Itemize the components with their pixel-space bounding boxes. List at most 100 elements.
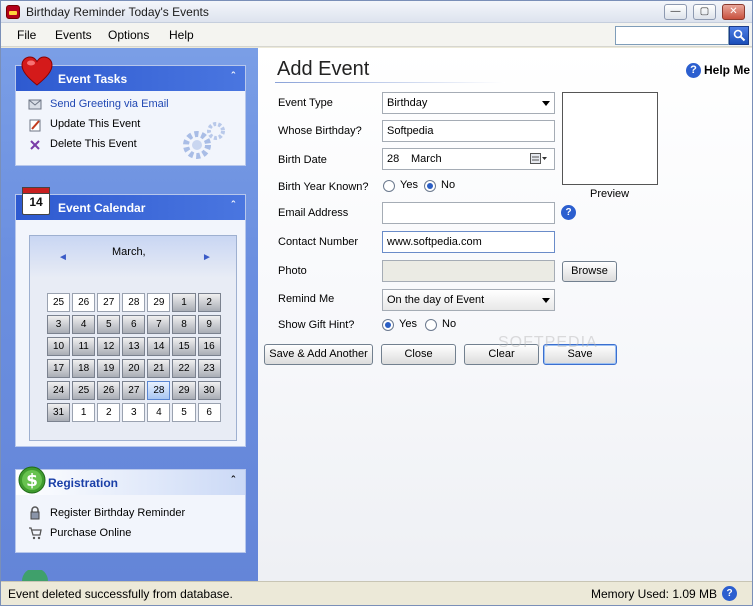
- calendar-day[interactable]: 6: [122, 315, 146, 334]
- calendar-day[interactable]: 21: [147, 359, 171, 378]
- calendar-dropdown-icon[interactable]: [530, 153, 548, 165]
- calendar-day[interactable]: 12: [97, 337, 121, 356]
- calendar-day[interactable]: 14: [147, 337, 171, 356]
- birth-year-known-label: Birth Year Known?: [278, 181, 369, 193]
- title-bar[interactable]: Birthday Reminder Today's Events — ▢ ✕: [1, 1, 752, 23]
- calendar-day[interactable]: 24: [47, 381, 71, 400]
- photo-path-field[interactable]: [382, 260, 555, 282]
- status-message: Event deleted successfully from database…: [8, 587, 233, 601]
- calendar-day[interactable]: 22: [172, 359, 196, 378]
- calendar-day[interactable]: 30: [197, 381, 221, 400]
- calendar-day[interactable]: 3: [122, 403, 146, 422]
- calendar-day[interactable]: 29: [147, 293, 171, 312]
- calendar-day[interactable]: 19: [97, 359, 121, 378]
- calendar-day[interactable]: 11: [72, 337, 96, 356]
- event-tasks-title: Event Tasks: [58, 72, 128, 86]
- search-icon: [733, 29, 746, 42]
- calendar-day[interactable]: 13: [122, 337, 146, 356]
- purchase-online-link[interactable]: Purchase Online: [50, 527, 131, 539]
- add-event-form: Add Event ? Help Me Event Type Birthday …: [258, 48, 752, 581]
- calendar-day[interactable]: 25: [47, 293, 71, 312]
- event-tasks-header[interactable]: Event Tasks ˆ: [16, 56, 245, 91]
- memory-help-icon[interactable]: ?: [722, 586, 737, 601]
- globe-icon: [22, 570, 48, 581]
- send-greeting-link[interactable]: Send Greeting via Email: [50, 98, 169, 110]
- calendar-day[interactable]: 18: [72, 359, 96, 378]
- birth-date-label: Birth Date: [278, 154, 327, 166]
- calendar-day[interactable]: 1: [72, 403, 96, 422]
- menu-events[interactable]: Events: [55, 28, 92, 42]
- remind-me-select[interactable]: On the day of Event: [382, 289, 555, 311]
- calendar-day[interactable]: 25: [72, 381, 96, 400]
- minimize-button[interactable]: —: [664, 4, 687, 20]
- event-type-select[interactable]: Birthday: [382, 92, 555, 114]
- calendar-day[interactable]: 7: [147, 315, 171, 334]
- birth-year-no-radio[interactable]: [424, 180, 436, 192]
- gift-hint-yes-radio[interactable]: [382, 319, 394, 331]
- gift-hint-no-radio[interactable]: [425, 319, 437, 331]
- update-event-link[interactable]: Update This Event: [50, 118, 140, 130]
- birth-date-picker[interactable]: 28 March: [382, 148, 555, 170]
- birth-date-month: March: [411, 153, 442, 165]
- birth-year-yes-radio[interactable]: [383, 180, 395, 192]
- calendar-day[interactable]: 6: [197, 403, 221, 422]
- birth-year-no-label: No: [441, 179, 456, 191]
- save-add-another-button[interactable]: Save & Add Another: [264, 344, 373, 365]
- calendar-day[interactable]: 1: [172, 293, 196, 312]
- collapse-event-calendar-button[interactable]: ˆ: [231, 200, 235, 212]
- next-month-button[interactable]: ►: [202, 252, 212, 263]
- email-label: Email Address: [278, 207, 349, 219]
- calendar-day[interactable]: 2: [97, 403, 121, 422]
- sidebar: Event Tasks ˆ Send Greeting via Email Up…: [1, 48, 258, 581]
- calendar-day[interactable]: 5: [97, 315, 121, 334]
- calendar-day[interactable]: 16: [197, 337, 221, 356]
- search-button[interactable]: [729, 26, 749, 45]
- collapse-registration-button[interactable]: ˆ: [231, 475, 235, 487]
- help-icon[interactable]: ?: [686, 63, 701, 78]
- maximize-button[interactable]: ▢: [693, 4, 716, 20]
- menu-help[interactable]: Help: [169, 28, 194, 42]
- calendar-day[interactable]: 5: [172, 403, 196, 422]
- calendar-day[interactable]: 23: [197, 359, 221, 378]
- calendar-day[interactable]: 15: [172, 337, 196, 356]
- calendar-day[interactable]: 31: [47, 403, 71, 422]
- close-button[interactable]: Close: [381, 344, 456, 365]
- calendar-day[interactable]: 4: [72, 315, 96, 334]
- calendar-day[interactable]: 8: [172, 315, 196, 334]
- calendar-day[interactable]: 2: [197, 293, 221, 312]
- calendar-day[interactable]: 9: [197, 315, 221, 334]
- registration-header[interactable]: $ Registration ˆ: [16, 466, 245, 495]
- calendar-day[interactable]: 20: [122, 359, 146, 378]
- calendar-day[interactable]: 27: [97, 293, 121, 312]
- contact-number-field[interactable]: www.softpedia.com: [382, 231, 555, 253]
- menu-file[interactable]: File: [17, 28, 36, 42]
- calendar-icon-day: 14: [29, 195, 43, 209]
- calendar-day[interactable]: 26: [72, 293, 96, 312]
- calendar-day[interactable]: 27: [122, 381, 146, 400]
- calendar-day[interactable]: 3: [47, 315, 71, 334]
- heart-icon: [21, 56, 53, 86]
- collapse-event-tasks-button[interactable]: ˆ: [231, 71, 235, 83]
- event-tasks-body: Send Greeting via Email Update This Even…: [16, 91, 245, 165]
- calendar-day[interactable]: 10: [47, 337, 71, 356]
- whose-birthday-input[interactable]: Softpedia: [382, 120, 555, 142]
- calendar-day[interactable]: 26: [97, 381, 121, 400]
- browse-button[interactable]: Browse: [562, 261, 617, 282]
- menu-options[interactable]: Options: [108, 28, 149, 42]
- calendar-day[interactable]: 4: [147, 403, 171, 422]
- chevron-down-icon: [542, 298, 550, 303]
- cart-icon: [29, 527, 42, 540]
- event-calendar-header[interactable]: 14 Event Calendar ˆ: [16, 187, 245, 220]
- calendar-day-selected[interactable]: 28: [147, 381, 171, 400]
- register-link[interactable]: Register Birthday Reminder: [50, 507, 185, 519]
- close-window-button[interactable]: ✕: [722, 4, 745, 20]
- delete-event-link[interactable]: Delete This Event: [50, 138, 137, 150]
- calendar-day[interactable]: 29: [172, 381, 196, 400]
- calendar-day[interactable]: 28: [122, 293, 146, 312]
- calendar-day[interactable]: 17: [47, 359, 71, 378]
- email-field[interactable]: [382, 202, 555, 224]
- help-me-link[interactable]: Help Me: [704, 63, 750, 77]
- search-input[interactable]: [615, 26, 729, 45]
- prev-month-button[interactable]: ◄: [58, 252, 68, 263]
- email-help-icon[interactable]: ?: [561, 205, 576, 220]
